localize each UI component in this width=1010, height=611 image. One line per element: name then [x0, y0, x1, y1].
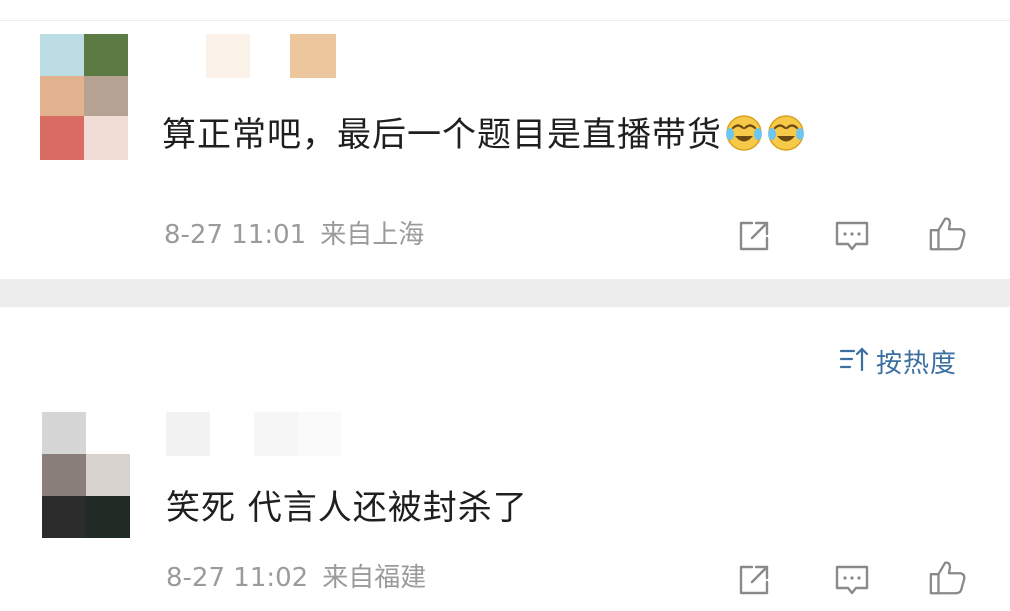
comment-body: 笑死 代言人还被封杀了: [166, 488, 528, 528]
thumbs-up-icon[interactable]: [928, 558, 968, 598]
avatar[interactable]: [36, 34, 132, 162]
share-icon[interactable]: [734, 216, 774, 256]
comment-icon[interactable]: [832, 560, 872, 600]
top-divider: [0, 20, 1010, 21]
laughing-crying-emoji-icon: [766, 112, 806, 152]
comment-text: 算正常吧，最后一个题目是直播带货: [162, 112, 806, 155]
comment-body: 算正常吧，最后一个题目是直播带货: [162, 115, 722, 155]
sort-label: 按热度: [876, 348, 958, 379]
comment-time: 8-27 11:01: [164, 220, 307, 250]
comment-text: 笑死 代言人还被封杀了: [166, 488, 528, 528]
share-icon[interactable]: [734, 560, 774, 600]
comment-meta: 8-27 11:02 来自福建: [166, 563, 426, 593]
avatar[interactable]: [36, 412, 132, 538]
comment-icon[interactable]: [832, 216, 872, 256]
comment-location: 来自上海: [320, 220, 425, 250]
laughing-crying-emoji-icon: [724, 112, 764, 152]
comment-location: 来自福建: [322, 563, 427, 593]
username-blurred[interactable]: [166, 412, 342, 456]
thumbs-up-icon[interactable]: [928, 214, 968, 254]
sort-icon: [838, 344, 870, 378]
username-blurred[interactable]: [206, 34, 338, 78]
comment-meta: 8-27 11:01 来自上海: [164, 220, 424, 250]
section-divider: [0, 279, 1010, 307]
sort-by-hot-toggle[interactable]: 按热度: [838, 343, 957, 379]
comment-time: 8-27 11:02: [166, 563, 309, 593]
